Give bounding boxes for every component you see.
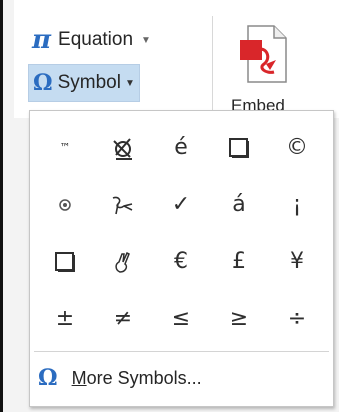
- symbol-less-equal[interactable]: ≤: [152, 290, 210, 347]
- symbol-yen[interactable]: ¥: [268, 233, 326, 290]
- symbol-button[interactable]: Ω Symbol ▼: [28, 64, 140, 102]
- shadowed-box-icon: [55, 251, 75, 272]
- symbol-euro[interactable]: €: [152, 233, 210, 290]
- word-ribbon-insert-symbols: π Equation ▼ Ω Symbol ▼ Embed ™ é © ✓ á …: [0, 0, 339, 412]
- symbol-shadowed-box[interactable]: [36, 233, 94, 290]
- symbol-copyright[interactable]: ©: [268, 119, 326, 176]
- wingding-crossed-face-icon: [113, 137, 132, 160]
- symbol-ballot-box[interactable]: [210, 119, 268, 176]
- symbol-check-mark[interactable]: ✓: [152, 176, 210, 233]
- symbol-inverted-exclamation[interactable]: ¡: [268, 176, 326, 233]
- pdf-embed-icon: [240, 25, 287, 83]
- symbol-grid: ™ é © ✓ á ¡ € £ ¥ ± ≠ ≤ ≥ ÷: [36, 119, 326, 347]
- symbol-e-acute[interactable]: é: [152, 119, 210, 176]
- victory-hand-icon: [115, 251, 130, 273]
- symbol-pound[interactable]: £: [210, 233, 268, 290]
- ballot-box-icon: [229, 137, 249, 158]
- more-symbols-label-rest: ore Symbols...: [86, 367, 202, 388]
- circled-dot-icon: [59, 198, 71, 211]
- menu-divider: [34, 351, 329, 352]
- symbol-wingding-crossed-face[interactable]: [94, 119, 152, 176]
- symbol-gallery-dropdown: ™ é © ✓ á ¡ € £ ¥ ± ≠ ≤ ≥ ÷ Ω More Symbo…: [29, 110, 334, 407]
- equation-button[interactable]: π Equation ▼: [22, 23, 157, 57]
- pi-icon: π: [32, 25, 52, 55]
- more-symbols-label: More Symbols...: [72, 368, 202, 389]
- ribbon-divider: [212, 16, 213, 112]
- symbol-trademark[interactable]: ™: [36, 119, 94, 176]
- chevron-down-icon[interactable]: ▼: [141, 35, 151, 46]
- embed-button[interactable]: Embed: [214, 14, 314, 118]
- symbol-not-equal[interactable]: ≠: [94, 290, 152, 347]
- symbol-label: Symbol: [57, 72, 121, 93]
- more-symbols-menu-item[interactable]: Ω More Symbols...: [38, 362, 202, 394]
- equation-label: Equation: [58, 29, 134, 50]
- symbol-circled-dot[interactable]: [36, 176, 94, 233]
- window-edge: [0, 0, 3, 412]
- writing-hand-icon: [112, 196, 133, 214]
- symbol-wingding-writing-hand[interactable]: [94, 176, 152, 233]
- symbol-greater-equal[interactable]: ≥: [210, 290, 268, 347]
- symbol-a-acute[interactable]: á: [210, 176, 268, 233]
- chevron-down-icon[interactable]: ▼: [125, 78, 135, 89]
- omega-icon: Ω: [33, 70, 53, 96]
- symbol-plus-minus[interactable]: ±: [36, 290, 94, 347]
- symbol-division[interactable]: ÷: [268, 290, 326, 347]
- more-symbols-mnemonic: M: [71, 367, 87, 388]
- symbol-wingding-victory-hand[interactable]: [94, 233, 152, 290]
- omega-icon: Ω: [38, 365, 58, 391]
